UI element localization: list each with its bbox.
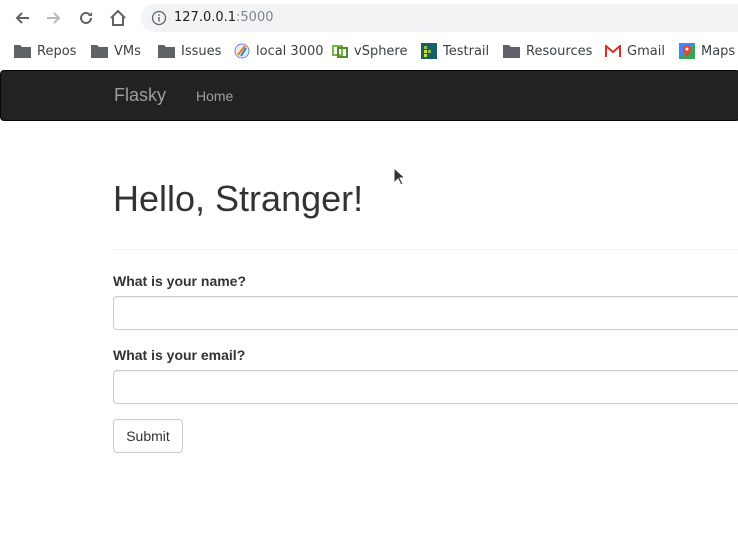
folder-icon [14,43,31,59]
header-divider [113,249,738,250]
bookmark-testrail[interactable]: Testrail [420,38,489,64]
bookmark-label: Repos [37,43,77,59]
bookmark-label: Testrail [443,43,490,59]
bookmark-repos[interactable]: Repos [14,38,76,64]
name-label: What is your name? [113,273,247,289]
address-bar[interactable]: 127.0.0.1:5000 [141,4,738,32]
info-icon[interactable] [151,10,167,26]
back-button[interactable] [10,6,34,30]
forward-button[interactable] [42,6,66,30]
url-host: 127.0.0.1 [174,10,237,25]
folder-icon [503,43,520,59]
testrail-icon [420,43,437,59]
brand-link[interactable]: Flasky [114,85,166,106]
bookmark-resources[interactable]: Resources [503,38,592,64]
folder-icon [158,43,175,59]
site-icon [233,43,250,59]
submit-button[interactable]: Submit [113,419,183,453]
bookmark-gmail[interactable]: Gmail [604,38,665,64]
name-field[interactable] [113,296,738,330]
gmail-icon [604,43,621,59]
browser-chrome: 127.0.0.1:5000 Repos VMs Issues local 30… [0,0,738,70]
mouse-cursor-icon [393,166,407,192]
bookmark-label: Issues [181,43,222,59]
reload-button[interactable] [74,6,98,30]
home-button[interactable] [106,6,130,30]
bookmark-vsphere[interactable]: vSphere [331,38,408,64]
folder-icon [91,43,108,59]
bookmark-label: vSphere [354,43,408,59]
app-navbar: Flasky Home [0,70,738,121]
bookmark-vms[interactable]: VMs [91,38,141,64]
bookmark-label: local 3000 [256,43,324,59]
bookmark-maps[interactable]: Maps [678,38,735,64]
nav-home-link[interactable]: Home [196,88,233,104]
bookmark-label: Resources [526,43,593,59]
arrow-left-icon [15,12,29,24]
page-title: Hello, Stranger! [113,178,364,219]
bookmark-label: Maps [701,43,736,59]
maps-icon [678,43,695,59]
reload-icon [80,11,92,24]
email-label: What is your email? [113,347,246,363]
url-text: 127.0.0.1:5000 [174,10,274,25]
vsphere-icon [331,43,348,59]
bookmark-label: VMs [114,43,141,59]
arrow-right-icon [47,12,61,24]
bookmarks-bar: Repos VMs Issues local 3000 vSphere Test… [0,38,738,64]
bookmark-issues[interactable]: Issues [158,38,221,64]
email-field[interactable] [113,370,738,404]
home-icon [110,9,126,26]
url-port: :5000 [236,10,274,25]
bookmark-local-3000[interactable]: local 3000 [233,38,324,64]
bookmark-label: Gmail [627,43,665,59]
